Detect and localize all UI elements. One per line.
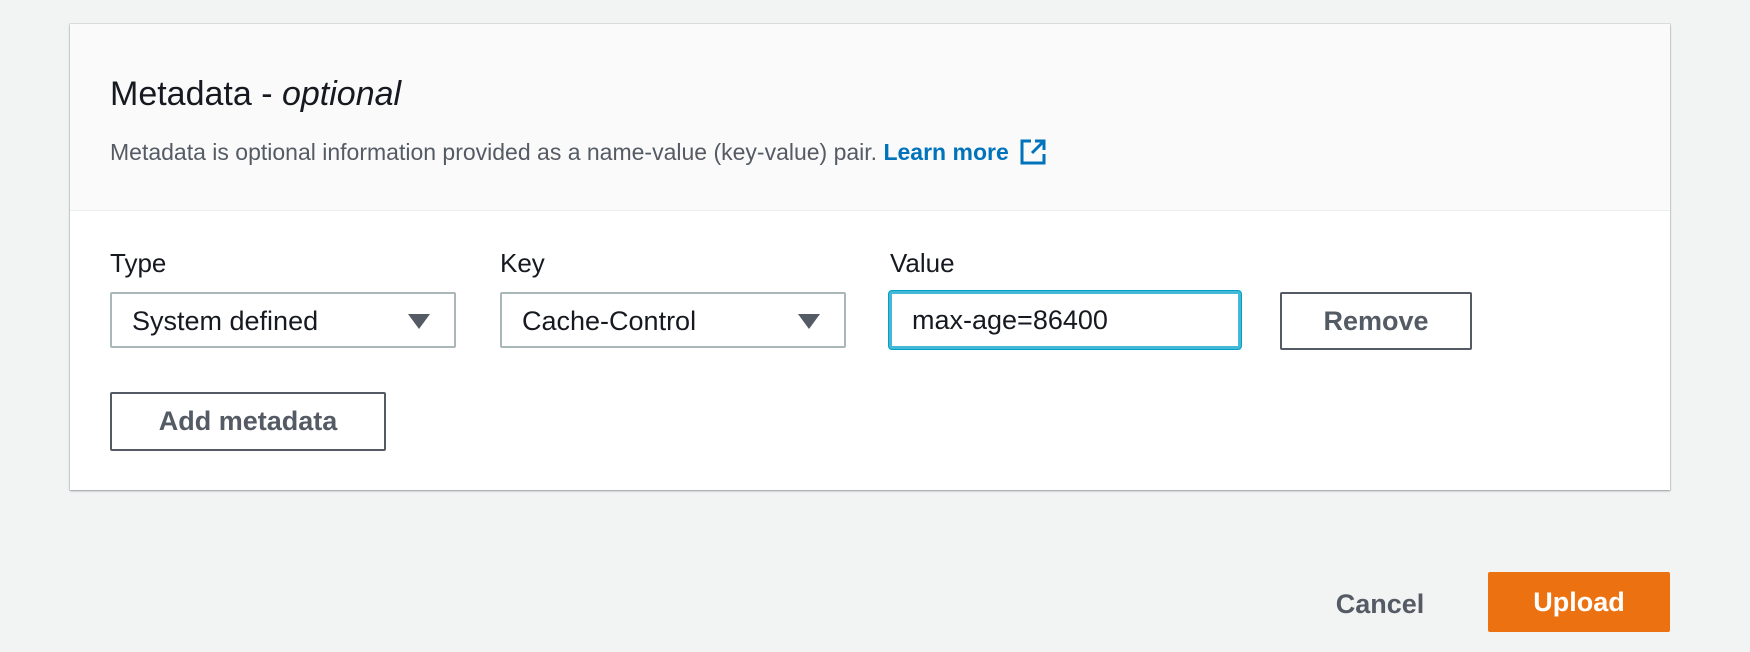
type-select-value: System defined	[132, 306, 319, 336]
learn-more-label: Learn more	[883, 139, 1009, 165]
panel-title-main: Metadata -	[110, 75, 282, 113]
metadata-panel: Metadata - optional Metadata is optional…	[70, 24, 1670, 490]
caret-down-icon	[798, 314, 820, 329]
key-label: Key	[500, 248, 545, 278]
remove-button[interactable]: Remove	[1280, 292, 1472, 350]
add-metadata-button[interactable]: Add metadata	[110, 392, 386, 451]
caret-down-icon	[408, 314, 430, 329]
key-select-value: Cache-Control	[522, 306, 697, 336]
value-input[interactable]	[889, 291, 1241, 349]
value-label: Value	[890, 248, 955, 278]
key-select[interactable]: Cache-Control	[500, 292, 846, 348]
type-select[interactable]: System defined	[110, 292, 456, 348]
external-link-icon	[1020, 139, 1046, 165]
learn-more-link[interactable]: Learn more	[883, 139, 1046, 165]
metadata-panel-header: Metadata - optional Metadata is optional…	[70, 24, 1670, 211]
panel-title: Metadata - optional	[110, 72, 401, 116]
panel-description: Metadata is optional information provide…	[110, 136, 1047, 168]
panel-title-optional: optional	[281, 75, 402, 113]
cancel-button[interactable]: Cancel	[1330, 584, 1430, 624]
panel-description-text: Metadata is optional information provide…	[110, 139, 884, 165]
type-label: Type	[110, 248, 167, 278]
upload-button[interactable]: Upload	[1488, 572, 1670, 632]
